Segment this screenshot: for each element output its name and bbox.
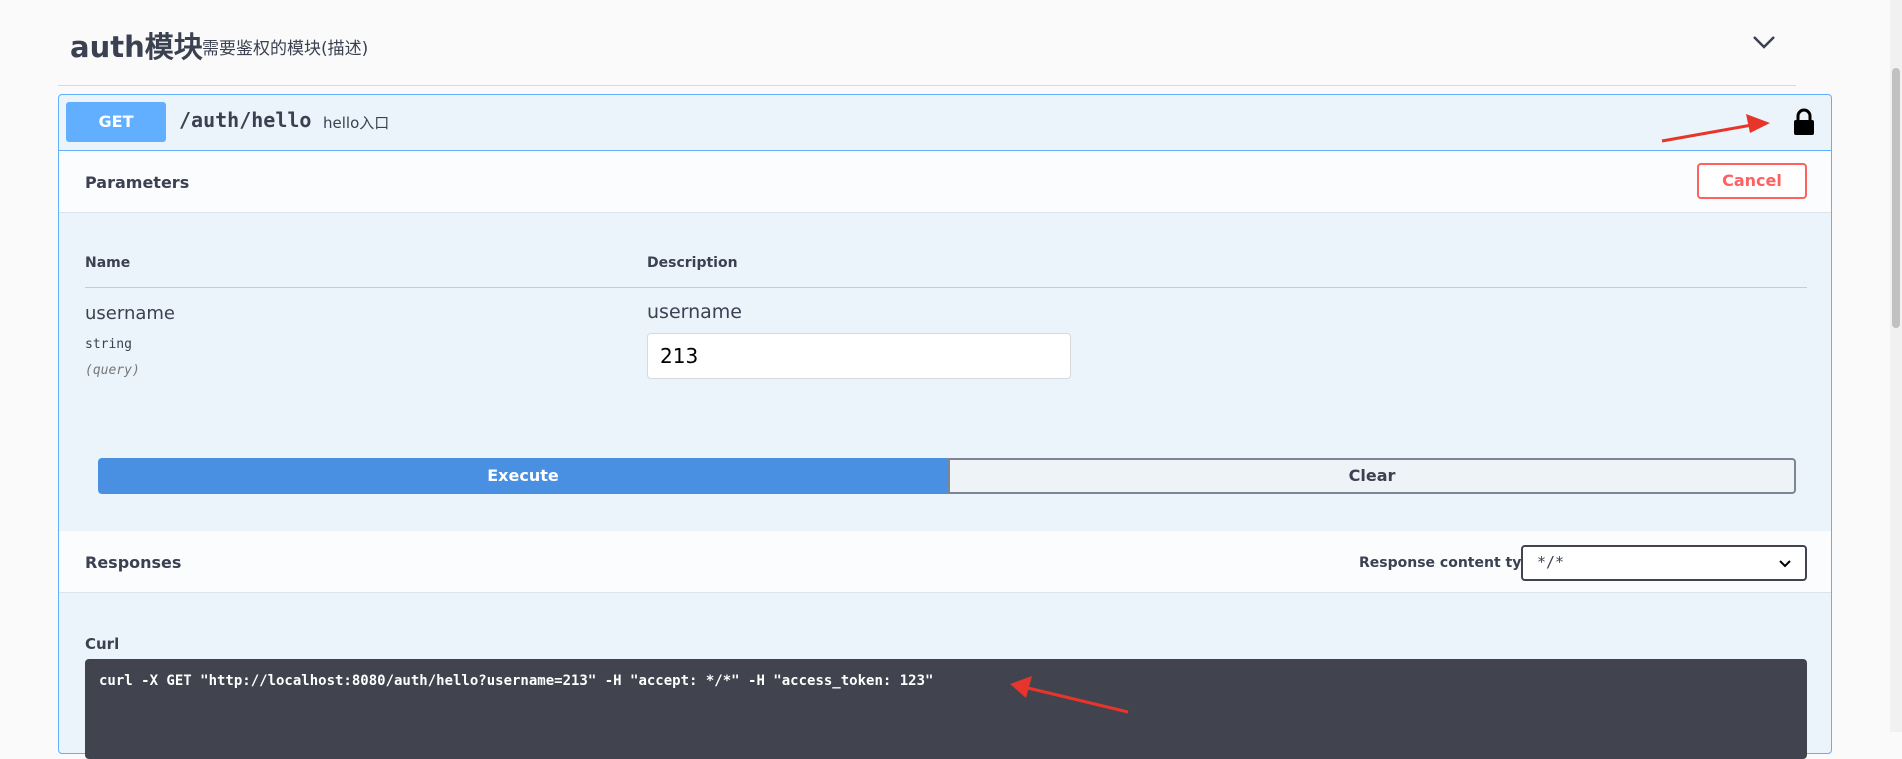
parameters-divider [85,287,1807,288]
name-column-header: Name [85,255,131,271]
tag-description: 需要鉴权的模块(描述) [202,39,369,59]
parameters-title: Parameters [85,173,190,192]
response-content-type-label: Response content type [1359,555,1541,571]
scrollbar-thumb[interactable] [1892,68,1900,328]
tag-header[interactable]: auth模块 需要鉴权的模块(描述) [58,0,1796,86]
clear-button[interactable]: Clear [948,458,1796,494]
parameter-description: username [647,301,742,323]
curl-code-block[interactable]: curl -X GET "http://localhost:8080/auth/… [85,659,1807,759]
parameter-name: username [85,303,175,324]
operation-summary[interactable]: GET /auth/hello hello入口 [59,95,1831,151]
response-content-type-value: */* [1537,553,1565,571]
operation-path: /auth/hello [179,108,312,132]
page-scrollbar[interactable] [1890,0,1902,732]
response-content-type-select[interactable]: */* [1521,545,1807,581]
parameters-header: Parameters Cancel [59,151,1831,213]
username-input[interactable] [647,333,1071,379]
cancel-button[interactable]: Cancel [1697,163,1807,199]
curl-label: Curl [85,635,120,653]
method-badge: GET [66,102,166,142]
chevron-down-icon [1779,560,1791,568]
description-column-header: Description [647,255,738,271]
chevron-down-icon[interactable] [1750,28,1778,56]
execute-button[interactable]: Execute [98,458,948,494]
curl-command: curl -X GET "http://localhost:8080/auth/… [99,673,934,689]
tag-title: auth模块 [70,30,203,64]
parameter-type: string [85,337,132,352]
responses-title: Responses [85,553,182,572]
operation-block: GET /auth/hello hello入口 Parameters Cance… [58,94,1832,759]
parameter-location: (query) [85,363,140,378]
lock-icon[interactable] [1793,108,1815,136]
operation-summary-text: hello入口 [323,114,390,132]
